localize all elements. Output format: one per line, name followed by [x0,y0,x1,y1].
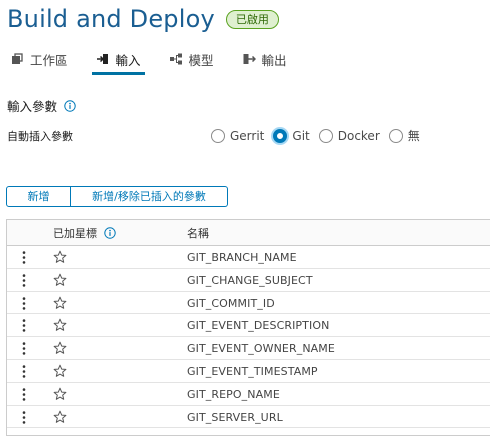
star-outline-icon[interactable] [53,387,67,401]
section-title-label: 輸入參數 [7,99,58,114]
radio-gerrit[interactable]: Gerrit [211,128,265,143]
tab-bar: 工作區 輸入 模型 輸出 [0,45,490,75]
vertical-ellipsis-icon[interactable] [21,251,27,264]
page-title: Build and Deploy [7,5,215,33]
table-row: GIT_EVENT_TIMESTAMP [7,360,490,383]
status-badge: 已啟用 [225,9,279,29]
parameter-name: GIT_BRANCH_NAME [187,251,297,264]
param-button-group: 新增 新增/移除已插入的參數 [6,186,228,207]
radio-circle-icon [211,128,225,143]
page-header: Build and Deploy 已啟用 [7,3,279,35]
table-row: GIT_EVENT_DESCRIPTION [7,314,490,338]
workspace-icon [12,53,23,64]
table-row: GIT_COMMIT_ID [7,292,490,315]
grid-header: 已加星標 名稱 [7,220,490,246]
auto-inject-label: 自動插入參數 [7,130,73,143]
table-row: GIT_BRANCH_NAME [7,246,490,269]
radio-docker[interactable]: Docker [318,128,380,143]
starred-column-header[interactable]: 已加星標 [53,225,116,241]
radio-gerrit-label: Gerrit [230,128,265,143]
model-icon [169,53,182,65]
tab-workspace[interactable]: 工作區 [6,45,72,73]
info-icon[interactable] [104,226,116,239]
starred-column-label: 已加星標 [53,226,97,240]
tab-output[interactable]: 輸出 [238,45,291,73]
table-row: GIT_EVENT_OWNER_NAME [7,337,490,360]
table-row: GIT_REPO_NAME [7,383,490,406]
vertical-ellipsis-icon[interactable] [21,319,27,333]
add-remove-injected-button[interactable]: 新增/移除已插入的參數 [71,186,228,207]
star-outline-icon[interactable] [53,273,67,287]
star-outline-icon[interactable] [53,341,67,355]
add-button[interactable]: 新增 [6,186,71,207]
star-outline-icon[interactable] [53,318,67,332]
parameter-name: GIT_EVENT_DESCRIPTION [187,319,330,333]
parameters-grid: 已加星標 名稱 GIT_BRANCH_NAME GIT_CHANGE_SUBJE… [6,219,490,436]
radio-checked-icon [273,128,288,143]
vertical-ellipsis-icon[interactable] [21,365,27,378]
parameter-name: GIT_EVENT_OWNER_NAME [187,342,335,356]
auto-inject-radio-group: Gerrit Git Docker 無 [211,127,429,144]
radio-circle-icon [318,128,333,143]
parameter-name: GIT_SERVER_URL [187,410,283,424]
tab-workspace-label: 工作區 [30,52,68,68]
radio-docker-label: Docker [337,128,380,143]
radio-none[interactable]: 無 [388,127,420,144]
vertical-ellipsis-icon[interactable] [21,274,27,287]
table-row: GIT_SERVER_URL [7,406,490,429]
radio-none-label: 無 [407,129,420,143]
vertical-ellipsis-icon[interactable] [21,342,27,355]
info-icon[interactable] [64,99,76,112]
star-outline-icon[interactable] [53,296,67,310]
radio-circle-icon [388,128,403,143]
star-outline-icon[interactable] [53,250,67,264]
name-column-header[interactable]: 名稱 [187,225,209,241]
parameter-name: GIT_EVENT_TIMESTAMP [187,364,318,378]
input-icon [96,54,108,64]
star-outline-icon[interactable] [53,410,67,424]
tab-input-label: 輸入 [115,52,141,68]
input-params-section-title: 輸入參數 [7,96,76,115]
tab-input[interactable]: 輸入 [91,45,145,75]
grid-body: GIT_BRANCH_NAME GIT_CHANGE_SUBJECT GIT_C… [7,246,490,429]
vertical-ellipsis-icon[interactable] [21,410,27,424]
tab-output-label: 輸出 [261,52,287,68]
parameter-name: GIT_CHANGE_SUBJECT [187,273,313,287]
tab-model[interactable]: 模型 [165,45,218,73]
radio-git-label: Git [292,128,310,143]
star-outline-icon[interactable] [53,364,67,378]
vertical-ellipsis-icon[interactable] [21,296,27,310]
output-icon [243,54,256,64]
parameter-name: GIT_REPO_NAME [187,387,280,401]
tab-model-label: 模型 [188,52,214,68]
radio-git[interactable]: Git [273,128,310,143]
table-row: GIT_CHANGE_SUBJECT [7,269,490,292]
vertical-ellipsis-icon[interactable] [21,388,27,401]
parameter-name: GIT_COMMIT_ID [187,296,275,310]
